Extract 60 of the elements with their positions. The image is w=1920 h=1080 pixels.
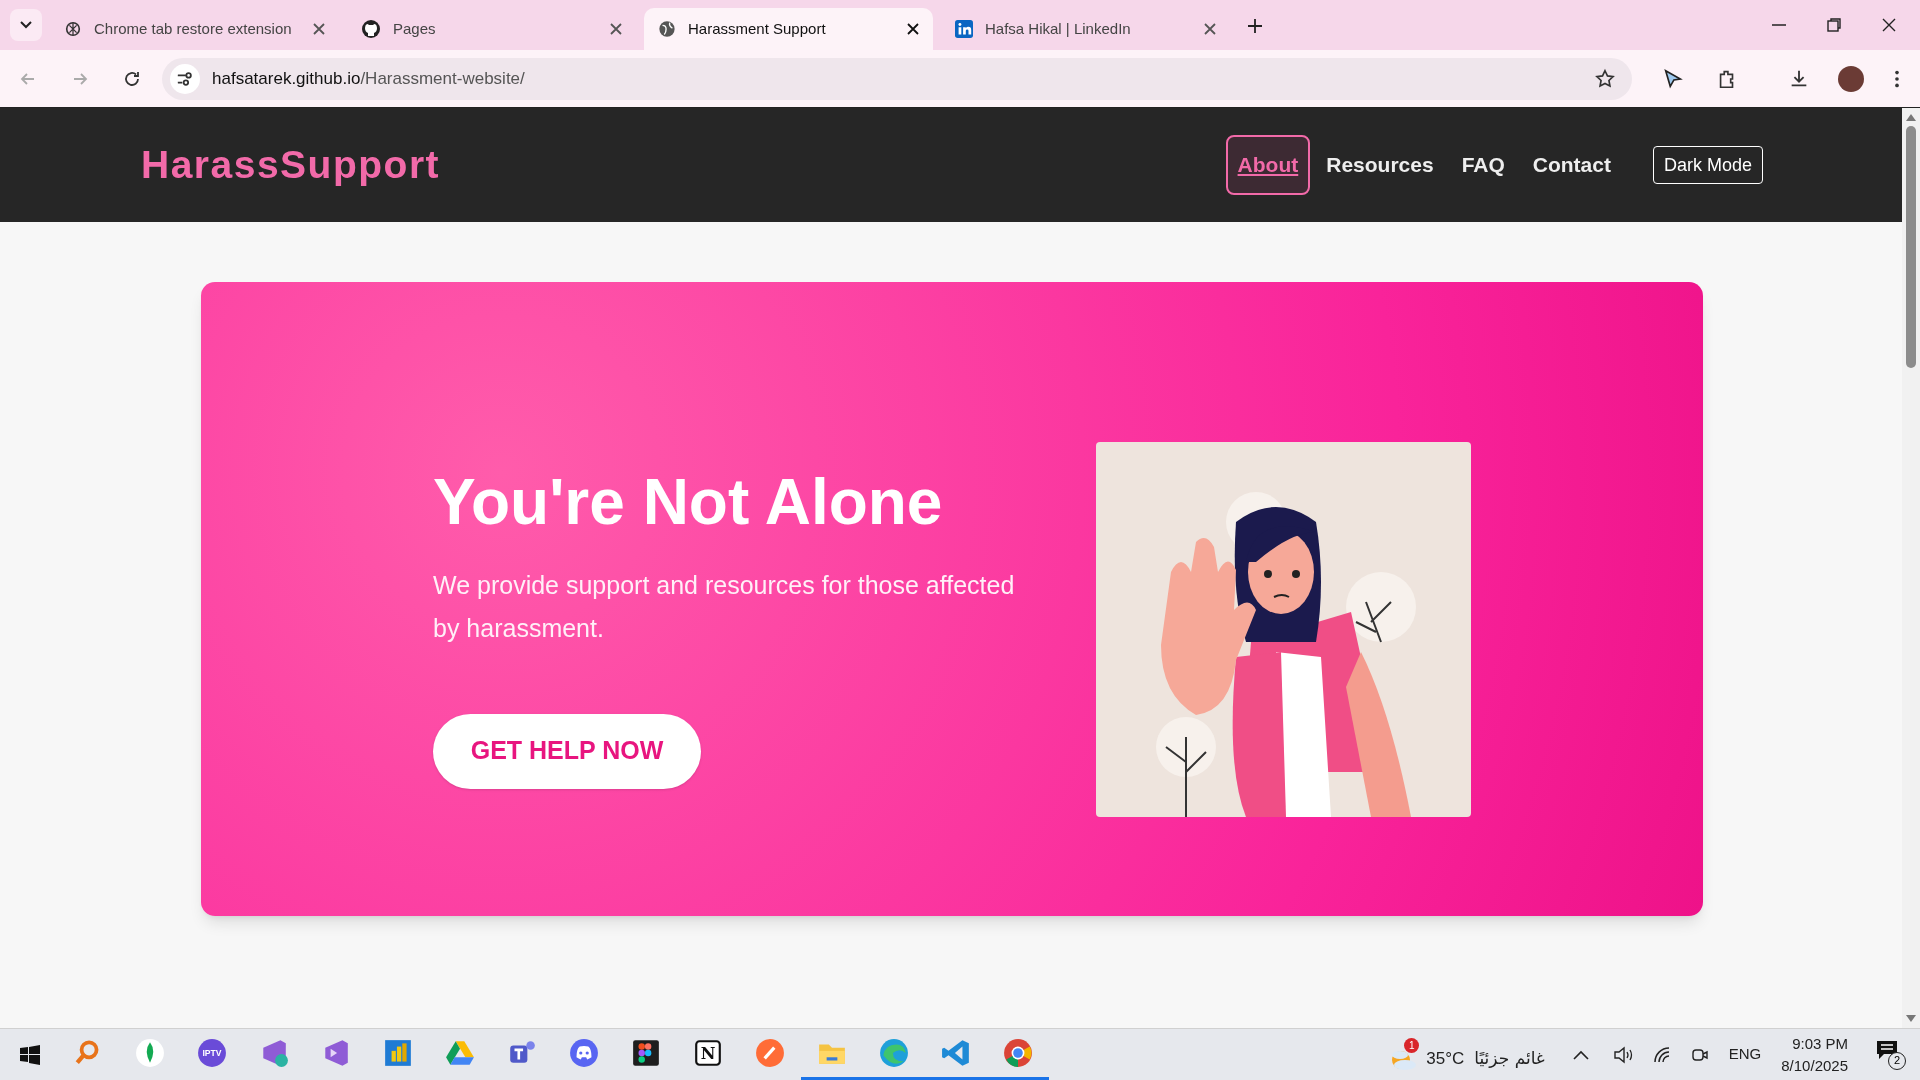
discord-logo-icon — [569, 1038, 599, 1068]
clock-time[interactable]: 9:03 PM — [1792, 1032, 1848, 1055]
chevron-up-icon[interactable] — [1572, 1049, 1589, 1060]
get-help-button[interactable]: GET HELP NOW — [433, 713, 701, 789]
address-bar[interactable]: hafsatarek.github.io/Harassment-website/ — [162, 57, 1632, 100]
bar-chart-logo-icon — [383, 1038, 413, 1068]
cursor-icon[interactable] — [1662, 67, 1684, 90]
globe-icon — [658, 20, 676, 38]
scroll-up-icon[interactable] — [1905, 112, 1917, 122]
browser-tab[interactable]: Harassment Support — [644, 8, 933, 50]
notification-count: 2 — [1888, 1051, 1906, 1070]
speaker-icon[interactable] — [1612, 1045, 1635, 1064]
vscode-logo-icon — [941, 1038, 971, 1068]
tv-app-icon: IPTV — [197, 1038, 227, 1068]
temperature-text: 35°C — [1426, 1047, 1465, 1070]
scrollbar-thumb[interactable] — [1906, 126, 1916, 368]
restore-icon[interactable] — [1827, 18, 1841, 32]
hero-text: We provide support and resources for those affected by harassment. — [433, 569, 1016, 644]
weather-condition-text: غائم جزئيًا — [1474, 1046, 1545, 1070]
tab-title: Chrome tab restore extension — [94, 18, 293, 39]
browser-tab[interactable]: Hafsa Hikal | LinkedIn — [941, 8, 1230, 50]
chevron-down-icon — [20, 21, 32, 29]
nav-link[interactable]: Resources — [1314, 135, 1446, 195]
site-logo[interactable]: HarassSupport — [141, 135, 441, 195]
hero-title: You're Not Alone — [433, 469, 944, 534]
tab-title: Harassment Support — [688, 18, 827, 39]
knot-logo-icon — [64, 20, 82, 38]
close-icon[interactable] — [1882, 18, 1896, 32]
taskbar-app-button[interactable]: N — [677, 1029, 739, 1080]
url-text: hafsatarek.github.io/Harassment-website/ — [212, 67, 525, 90]
bookmark-star-icon[interactable] — [1594, 67, 1616, 90]
language-indicator[interactable]: ENG — [1728, 1043, 1762, 1066]
browser-tab[interactable]: Pages — [347, 8, 636, 50]
postman-logo-icon — [755, 1038, 785, 1068]
swirl-logo-icon — [879, 1038, 909, 1068]
notion-logo-icon: N — [693, 1038, 723, 1068]
tab-search-button[interactable] — [10, 9, 42, 41]
chrome-logo-icon — [1003, 1038, 1033, 1068]
taskbar-app-button[interactable]: IPTV — [181, 1029, 243, 1080]
clock-date[interactable]: 8/10/2025 — [1781, 1054, 1848, 1077]
linkedin-logo-icon — [955, 20, 973, 38]
nav-link[interactable]: Contact — [1520, 135, 1623, 195]
windows-start-icon[interactable] — [20, 1044, 40, 1065]
profile-avatar[interactable] — [1838, 65, 1864, 92]
browser-tab[interactable]: Chrome tab restore extension — [50, 8, 339, 50]
nav-link[interactable]: About — [1225, 135, 1311, 195]
scrollbar[interactable] — [1902, 108, 1920, 1028]
new-tab-icon[interactable] — [1248, 19, 1262, 33]
leaf-icon — [135, 1038, 165, 1068]
nav-link[interactable]: FAQ — [1449, 135, 1517, 195]
dark-mode-button[interactable]: Dark Mode — [1652, 146, 1763, 184]
close-icon[interactable] — [907, 23, 919, 35]
scroll-down-icon[interactable] — [1905, 1014, 1917, 1024]
tab-title: Hafsa Hikal | LinkedIn — [985, 18, 1132, 39]
site-settings-icon[interactable] — [170, 63, 200, 94]
github-logo-icon — [361, 19, 381, 39]
figma-logo-icon — [631, 1038, 661, 1068]
weather-badge: 1 — [1404, 1037, 1420, 1053]
tab-title: Pages — [393, 18, 437, 39]
triangle-logo-icon — [445, 1038, 475, 1068]
